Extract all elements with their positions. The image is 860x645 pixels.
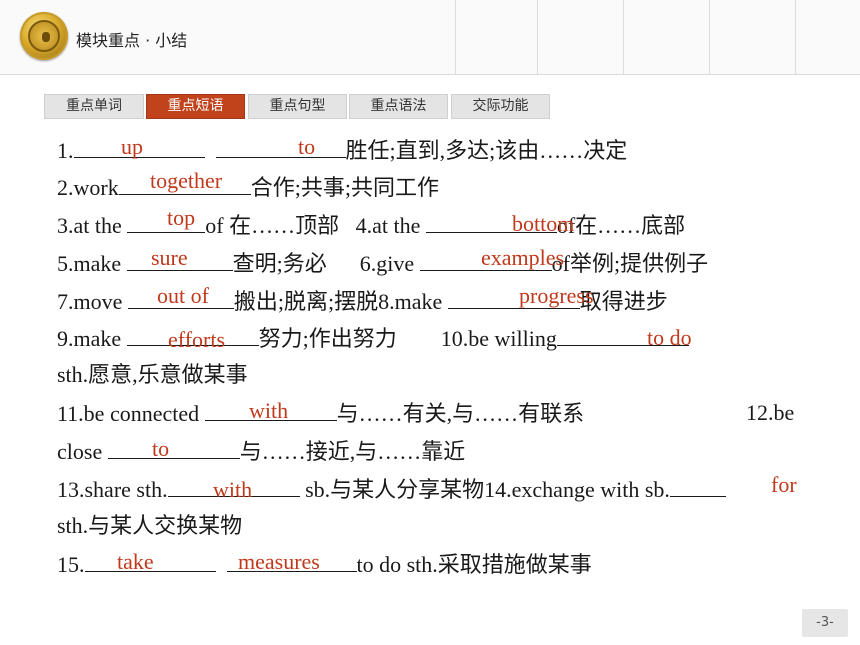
phrase-line: sth.愿意,乐意做某事 <box>57 362 248 388</box>
line-text: close <box>57 439 108 464</box>
answer-text: with <box>249 398 289 423</box>
line-text: 胜任;直到,多达;该由……决定 <box>345 138 628 163</box>
header-cell <box>623 0 710 74</box>
answer-text: progress <box>519 283 594 308</box>
phrase-line: 12.be <box>746 400 794 426</box>
tab-key-grammar[interactable]: 重点语法 <box>349 94 448 119</box>
line-text: of 在……顶部 <box>205 213 340 238</box>
line-text: 查明;务必 <box>232 251 327 276</box>
answer-text: take <box>117 549 154 574</box>
page-title: 模块重点 · 小结 <box>76 31 188 50</box>
answer-blank <box>669 476 726 497</box>
answer-text: to do <box>647 325 692 350</box>
line-text: 5.make <box>57 251 127 276</box>
line-text: 10.be willing <box>440 326 557 351</box>
tab-key-sentences[interactable]: 重点句型 <box>248 94 347 119</box>
line-text: sb.与某人分享某物14.exchange with sb. <box>299 477 670 502</box>
answer-blank <box>107 438 240 459</box>
line-text: of举例;提供例子 <box>551 251 709 276</box>
line-text: 1. <box>57 138 74 163</box>
line-text: 合作;共事;共同工作 <box>250 175 439 200</box>
school-emblem-icon <box>20 12 68 60</box>
line-text: sth.与某人交换某物 <box>57 513 243 538</box>
line-text: sth.愿意,乐意做某事 <box>57 362 248 387</box>
answer-text: out of <box>157 283 209 308</box>
header-cell <box>455 0 538 74</box>
line-text: 与……有关,与……有联系 <box>336 401 585 426</box>
answer-text: up <box>121 134 143 159</box>
line-text: of在……底部 <box>556 213 686 238</box>
phrase-line: 11.be connected 与……有关,与……有联系 <box>57 400 584 427</box>
phrase-line: sth.与某人交换某物 <box>57 513 242 539</box>
line-text: 搬出;脱离;摆脱8.make <box>233 289 448 314</box>
line-text: 9.make <box>57 326 127 351</box>
answer-text: bottom <box>512 211 575 236</box>
line-text: 努力;作出努力 <box>258 326 397 351</box>
phrase-line: 13.share sth. sb.与某人分享某物14.exchange with… <box>57 476 726 503</box>
answer-text: sure <box>151 245 188 270</box>
page-number: -3- <box>802 609 848 637</box>
answer-text: top <box>167 205 196 230</box>
answer-text: measures <box>238 549 320 574</box>
line-text: 13.share sth. <box>57 477 168 502</box>
tab-key-words[interactable]: 重点单词 <box>44 94 144 119</box>
answer-text: to <box>298 134 316 159</box>
answer-text: for <box>771 472 797 497</box>
answer-text: examples <box>481 245 565 270</box>
phrase-line: 2.work 合作;共事;共同工作 <box>57 174 439 201</box>
answer-text: to <box>152 436 170 461</box>
header-bar: 模块重点 · 小结 <box>0 0 860 75</box>
line-text: 2.work <box>57 175 119 200</box>
answer-text: together <box>150 168 223 193</box>
phrase-line: 9.make 努力;作出努力 10.be willing <box>57 325 689 352</box>
header-cell <box>795 0 860 74</box>
line-text: 6.give <box>359 251 420 276</box>
answer-text: efforts <box>168 327 226 352</box>
line-text: to do sth.采取措施做某事 <box>356 552 592 577</box>
line-text: 11.be connected <box>57 401 205 426</box>
line-text: 4.at the <box>355 213 426 238</box>
phrase-line: close 与……接近,与……靠近 <box>57 438 465 465</box>
answer-blank <box>215 137 346 158</box>
tab-key-phrases[interactable]: 重点短语 <box>146 94 245 119</box>
line-text: 15. <box>57 552 85 577</box>
header-cell <box>537 0 624 74</box>
line-text: 7.move <box>57 289 128 314</box>
tab-communication[interactable]: 交际功能 <box>451 94 550 119</box>
line-text: 12.be <box>746 400 795 425</box>
answer-text: with <box>213 477 253 502</box>
line-text: 3.at the <box>57 213 128 238</box>
header-cell <box>709 0 796 74</box>
phrase-line: 3.at the of 在……顶部 4.at the of在……底部 <box>57 212 685 239</box>
line-text: 与……接近,与……靠近 <box>239 439 466 464</box>
